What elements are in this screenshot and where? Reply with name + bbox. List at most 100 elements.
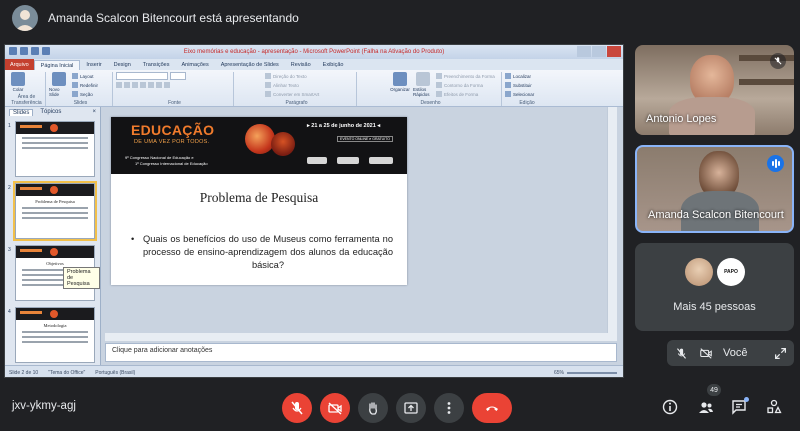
people-button[interactable] [697,398,715,416]
tab-file: Arquivo [5,59,34,70]
thumbnail-number: 2 [8,185,11,191]
speaking-indicator-icon [767,155,784,172]
presenter-bar: Amanda Scalcon Bitencourt está apresenta… [0,0,800,36]
self-view-bar[interactable]: Você [667,340,794,366]
tab-review: Revisão [290,62,311,68]
present-button[interactable] [396,393,426,423]
select-button: Selecionar [505,90,534,98]
slide-thumbnail-1 [15,121,95,177]
ribbon-group-paragraph: Direção do Texto Alinhar Texto Converter… [237,72,357,106]
camera-toggle-button[interactable] [320,393,350,423]
meeting-code: jxv-ykmy-agj [12,400,76,412]
zoom-level: 65% [553,369,564,376]
participant-avatar [685,258,713,286]
thumbnail-number: 4 [8,309,11,315]
chat-notification-dot [744,397,749,402]
section-button: Seção [72,90,98,98]
horizontal-scrollbar [105,333,617,341]
sponsor-logo [369,157,393,164]
ppt-workspace: Slides Tópicos × 1 2 Problema de Pesquis… [5,107,623,377]
language: Português (Brasil) [95,369,136,376]
panel-tab-outline: Tópicos [40,109,62,115]
more-options-button[interactable] [434,393,464,423]
more-vert-icon [447,402,451,414]
quick-access-toolbar [9,47,50,55]
tab-design: Design [113,62,131,68]
replace-button: Substituir [505,81,534,89]
ribbon-group-font: Fonte [116,72,234,106]
shared-screen: Eixo memórias e educação - apresentação … [4,44,624,378]
slide-bullet: • Quais os benefícios do uso de Museus c… [131,234,393,270]
participant-name: Antonio Lopes [646,113,717,125]
font-name-box [116,72,168,80]
thumbnail-number: 1 [8,123,11,129]
mic-toggle-button[interactable] [282,393,312,423]
more-people-label: Mais 45 pessoas [673,301,756,313]
window-controls [577,46,621,57]
ppt-window-title: Eixo memórias e educação - apresentação … [183,49,445,55]
more-participants-tile[interactable]: PAPO Mais 45 pessoas [635,243,794,331]
thumbnail-tooltip: Problema de Pesquisa [63,267,100,289]
panel-close-icon: × [92,109,96,115]
presenter-avatar [12,5,38,31]
people-icon [699,402,713,413]
ppt-ribbon-tabs: Arquivo Página Inicial Inserir Design Tr… [5,59,623,70]
banner-congress-2: 1º Congresso Internacional de Educação [135,161,208,166]
banner-tagline: DE UMA VEZ POR TODOS. [134,139,210,145]
expand-icon[interactable] [772,345,788,361]
sponsor-logo [307,157,327,164]
tab-home: Página Inicial [33,60,81,70]
sponsor-logo [337,157,359,164]
raise-hand-button[interactable] [358,393,388,423]
slide-thumbnail-4: Metodologia [15,307,95,363]
camera-off-icon [328,402,342,415]
mic-off-icon [291,401,303,415]
meeting-controls: jxv-ykmy-agj [0,380,800,431]
new-slide-icon [52,72,66,86]
ribbon-group-slides: Novo Slide Layout Redefinir Seção Slides [49,72,113,106]
camera-off-icon[interactable] [698,345,714,361]
theme-name: "Tema do Office" [48,369,86,376]
self-view-label: Você [723,347,748,359]
participants-count-badge: 49 [707,384,721,396]
thumbnail-number: 3 [8,247,11,253]
mic-off-icon [770,53,786,69]
tab-transitions: Transições [142,62,170,68]
ribbon-group-drawing: Organizar Estilos Rápidos Preenchimento … [360,72,502,106]
hand-icon [369,402,377,415]
participant-avatar: PAPO [717,258,745,286]
find-button: Localizar [505,72,534,80]
meeting-info-button[interactable] [661,398,679,416]
ppt-ribbon: Colar Área de Transferência Novo Slide L… [5,70,623,107]
end-call-button[interactable] [472,393,512,423]
end-call-icon [486,406,498,411]
current-slide: EDUCAÇÃO DE UMA VEZ POR TODOS. ▸ 21 a 25… [111,117,407,285]
banner-title: EDUCAÇÃO [131,122,215,138]
meet-window: Amanda Scalcon Bitencourt está apresenta… [0,0,800,431]
ppt-statusbar: Slide 2 de 10 "Tema do Office" Português… [5,365,623,377]
participant-tile-amanda[interactable]: Amanda Scalcon Bitencourt [635,145,794,233]
ribbon-group-clipboard: Colar Área de Transferência [8,72,46,106]
shape-fill-button: Preenchimento da Forma [436,72,495,80]
ribbon-group-editing: Localizar Substituir Selecionar Edição [505,72,549,106]
participant-tile-antonio[interactable]: Antonio Lopes [635,45,794,135]
slide-title: Problema de Pesquisa [199,190,319,205]
activities-icon [767,399,782,414]
reset-button: Redefinir [72,81,98,89]
zoom-control: 65% [554,370,617,376]
tab-slideshow: Apresentação de Slides [220,62,279,68]
mic-off-icon[interactable] [673,345,689,361]
moon-graphic [245,124,275,154]
zoom-slider [567,371,617,374]
arrange-icon [393,72,407,86]
present-icon [404,402,418,414]
shape-effects-button: Efeitos de Forma [436,90,495,98]
tab-insert: Inserir [86,62,102,68]
info-icon [662,399,678,415]
ppt-titlebar: Eixo memórias e educação - apresentação … [5,45,623,59]
paste-icon [11,72,25,86]
slide-thumbnail-2: Problema de Pesquisa [13,181,97,241]
bullet-icon: • [131,234,135,244]
activities-button[interactable] [765,398,783,416]
event-banner: EDUCAÇÃO DE UMA VEZ POR TODOS. ▸ 21 a 25… [111,117,407,174]
